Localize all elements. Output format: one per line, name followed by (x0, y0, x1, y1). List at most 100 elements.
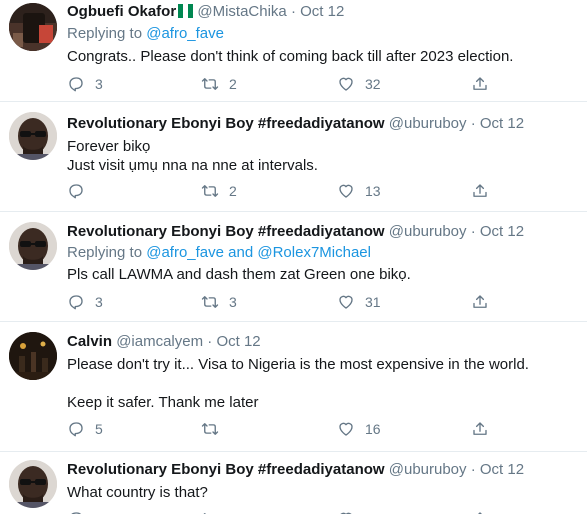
tweet-actions (67, 508, 567, 514)
like-button[interactable]: 16 (337, 418, 381, 440)
share-button[interactable] (471, 291, 489, 313)
share-icon (473, 422, 487, 435)
heart-icon (339, 422, 353, 436)
tweet[interactable]: Revolutionary Ebonyi Boy #freedadiyatano… (0, 452, 587, 514)
separator-dot: · (470, 115, 476, 132)
tweet-header: Ogbuefi Okafor @MistaChika · Oct 12 (67, 2, 579, 22)
separator-dot: · (470, 461, 476, 478)
retweet-icon (201, 423, 219, 435)
tweet-header: Revolutionary Ebonyi Boy #freedadiyatano… (67, 460, 579, 480)
like-count: 13 (365, 183, 381, 199)
reply-icon (69, 422, 83, 437)
share-button[interactable] (471, 418, 489, 440)
user-handle[interactable]: @uburuboy (389, 223, 467, 240)
tweet[interactable]: Calvin @iamcalyem · Oct 12 Please don't … (0, 322, 587, 452)
reply-button[interactable]: 3 (67, 291, 103, 313)
retweet-button[interactable] (201, 418, 229, 440)
reply-button[interactable]: 3 (67, 73, 103, 95)
like-button[interactable]: 13 (337, 180, 381, 202)
like-button[interactable] (337, 508, 355, 514)
tweet-text: Please don't try it... Visa to Nigeria i… (67, 356, 529, 411)
avatar-image (9, 3, 57, 51)
retweet-button[interactable] (201, 508, 219, 514)
reply-icon (69, 295, 83, 310)
user-handle[interactable]: @uburuboy (389, 115, 467, 132)
timestamp[interactable]: Oct 12 (216, 333, 260, 350)
reply-button[interactable] (67, 180, 95, 202)
retweet-icon (201, 296, 219, 308)
heart-icon (339, 184, 353, 198)
heart-icon (339, 77, 353, 91)
display-name[interactable]: Revolutionary Ebonyi Boy #freedadiyatano… (67, 115, 385, 132)
share-icon (478, 512, 482, 514)
retweet-button[interactable]: 2 (201, 180, 237, 202)
retweet-count: 2 (229, 76, 237, 92)
separator-dot: · (207, 333, 213, 350)
share-button[interactable] (471, 180, 489, 202)
retweet-icon (201, 185, 219, 197)
avatar[interactable] (9, 3, 57, 51)
replying-to: Replying to @afro_fave and @Rolex7Michae… (67, 243, 579, 263)
tweet-header: Calvin @iamcalyem · Oct 12 (67, 332, 579, 352)
user-handle[interactable]: @MistaChika (197, 3, 286, 20)
like-button[interactable]: 32 (337, 73, 381, 95)
tweet-header: Revolutionary Ebonyi Boy #freedadiyatano… (67, 222, 579, 242)
like-button[interactable]: 31 (337, 291, 381, 313)
tweet-text: Pls call LAWMA and dash them zat Green o… (67, 266, 411, 283)
timestamp[interactable]: Oct 12 (300, 3, 344, 20)
avatar[interactable] (9, 222, 57, 270)
tweet[interactable]: Ogbuefi Okafor @MistaChika · Oct 12 Repl… (0, 0, 587, 102)
display-name[interactable]: Ogbuefi Okafor (67, 3, 176, 20)
tweet-actions: 5 16 (67, 418, 567, 440)
retweet-button[interactable]: 2 (201, 73, 237, 95)
nigeria-flag-icon (178, 4, 194, 18)
avatar[interactable] (9, 332, 57, 380)
timestamp[interactable]: Oct 12 (480, 461, 524, 478)
reply-icon (71, 512, 82, 514)
mention-joiner: and (224, 244, 258, 261)
tweet[interactable]: Revolutionary Ebonyi Boy #freedadiyatano… (0, 102, 587, 212)
replying-to-label: Replying to (67, 244, 147, 261)
avatar-image (9, 112, 57, 160)
tweet-text: Congrats.. Please don't think of coming … (67, 48, 514, 65)
reply-icon (69, 184, 83, 199)
like-count: 32 (365, 76, 381, 92)
user-handle[interactable]: @uburuboy (389, 461, 467, 478)
retweet-count: 3 (229, 294, 237, 310)
avatar-image (9, 460, 57, 508)
avatar-image (9, 222, 57, 270)
display-name[interactable]: Calvin (67, 333, 112, 350)
display-name[interactable]: Revolutionary Ebonyi Boy #freedadiyatano… (67, 223, 385, 240)
share-icon (473, 77, 487, 90)
retweet-count: 2 (229, 183, 237, 199)
share-icon (473, 184, 487, 197)
tweet[interactable]: Revolutionary Ebonyi Boy #freedadiyatano… (0, 212, 587, 322)
reply-button[interactable] (67, 508, 85, 514)
reply-button[interactable]: 5 (67, 418, 103, 440)
retweet-icon (201, 78, 219, 90)
separator-dot: · (290, 3, 296, 20)
reply-count: 3 (95, 76, 103, 92)
separator-dot: · (470, 223, 476, 240)
share-button[interactable] (471, 508, 489, 514)
timestamp[interactable]: Oct 12 (480, 223, 524, 240)
mention-link[interactable]: @afro_fave (146, 25, 224, 42)
avatar[interactable] (9, 460, 57, 508)
timestamp[interactable]: Oct 12 (480, 115, 524, 132)
avatar-image (9, 332, 57, 380)
avatar[interactable] (9, 112, 57, 160)
mention-link[interactable]: @afro_fave (146, 244, 224, 261)
heart-icon (339, 295, 353, 309)
share-icon (473, 295, 487, 308)
tweet-actions: 3 2 32 (67, 73, 567, 95)
mention-link[interactable]: @Rolex7Michael (257, 244, 371, 261)
user-handle[interactable]: @iamcalyem (116, 333, 203, 350)
heart-icon (340, 512, 352, 514)
replying-to-label: Replying to (67, 25, 147, 42)
reply-count: 5 (95, 421, 103, 437)
display-name[interactable]: Revolutionary Ebonyi Boy #freedadiyatano… (67, 461, 385, 478)
share-button[interactable] (471, 73, 489, 95)
reply-icon (69, 77, 83, 92)
retweet-button[interactable]: 3 (201, 291, 237, 313)
tweet-header: Revolutionary Ebonyi Boy #freedadiyatano… (67, 114, 579, 134)
